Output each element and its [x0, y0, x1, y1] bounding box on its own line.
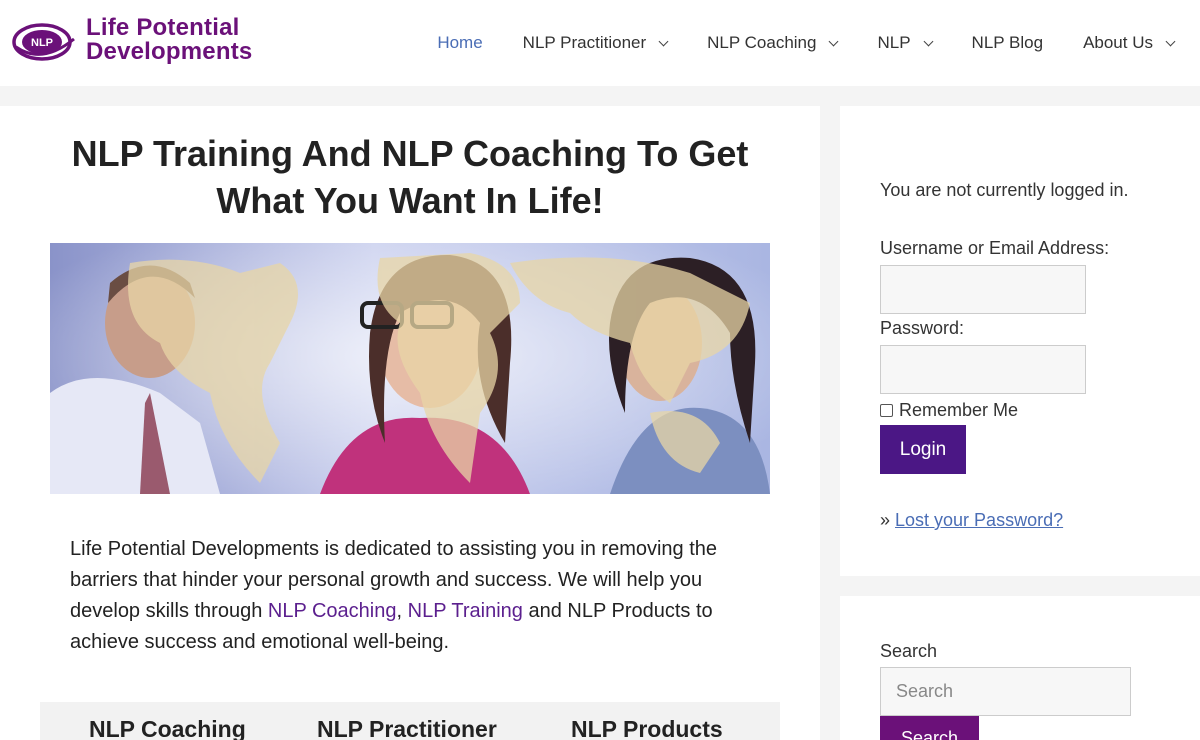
page-title-line-2: What You Want In Life!: [216, 180, 604, 221]
chevron-down-icon: [829, 36, 839, 46]
lost-password: » Lost your Password?: [880, 510, 1063, 531]
username-input[interactable]: [880, 265, 1086, 314]
hero-image: [50, 243, 770, 494]
lost-password-link[interactable]: Lost your Password?: [895, 510, 1063, 530]
nav-home-label: Home: [437, 33, 483, 52]
remember-me-checkbox[interactable]: [880, 404, 893, 417]
lost-password-prefix: »: [880, 510, 896, 530]
link-nlp-training[interactable]: NLP Training: [408, 600, 523, 622]
feature-nlp-practitioner[interactable]: NLP Practitioner: [317, 716, 497, 740]
main-nav: Home NLP Practitioner NLP Coaching NLP N…: [417, 0, 1200, 86]
nav-nlp-blog-label: NLP Blog: [971, 33, 1044, 52]
nav-nlp-blog[interactable]: NLP Blog: [952, 0, 1064, 86]
nav-nlp-coaching[interactable]: NLP Coaching: [687, 0, 857, 86]
nav-about-us[interactable]: About Us: [1063, 0, 1200, 86]
nlp-logo-icon: NLP: [12, 23, 75, 61]
remember-me-label: Remember Me: [899, 400, 1019, 420]
password-input[interactable]: [880, 345, 1086, 394]
nav-about-us-label: About Us: [1083, 33, 1153, 52]
search-label: Search: [880, 641, 938, 661]
feature-nlp-coaching[interactable]: NLP Coaching: [89, 716, 246, 740]
hero-illustration: [50, 243, 770, 494]
link-nlp-coaching[interactable]: NLP Coaching: [268, 600, 397, 622]
page-title: NLP Training And NLP Coaching To Get Wha…: [40, 130, 780, 224]
site-header: NLP Life Potential Developments Home NLP…: [0, 0, 1200, 86]
main-content: NLP Training And NLP Coaching To Get Wha…: [0, 106, 820, 740]
login-status: You are not currently logged in.: [880, 180, 1129, 200]
nav-home[interactable]: Home: [417, 0, 502, 86]
logo-text: Life Potential Developments: [86, 16, 252, 64]
nav-nlp[interactable]: NLP: [857, 0, 951, 86]
nav-nlp-practitioner[interactable]: NLP Practitioner: [503, 0, 687, 86]
features-strip: NLP Coaching NLP Practitioner NLP Produc…: [40, 702, 780, 740]
feature-nlp-products[interactable]: NLP Products: [571, 716, 723, 740]
page-title-line-1: NLP Training And NLP Coaching To Get: [71, 133, 749, 174]
nav-nlp-coaching-label: NLP Coaching: [707, 33, 817, 52]
login-widget: You are not currently logged in. Usernam…: [840, 106, 1200, 576]
chevron-down-icon: [1165, 36, 1176, 46]
intro-paragraph: Life Potential Developments is dedicated…: [70, 534, 760, 658]
chevron-down-icon: [923, 36, 933, 46]
site-logo[interactable]: NLP Life Potential Developments: [12, 16, 272, 70]
login-button[interactable]: Login: [880, 425, 966, 474]
nav-nlp-practitioner-label: NLP Practitioner: [522, 33, 647, 52]
intro-separator: ,: [396, 600, 408, 622]
search-widget: Search Search Search: [840, 596, 1200, 740]
username-label: Username or Email Address:: [880, 238, 1110, 258]
chevron-down-icon: [658, 36, 669, 46]
remember-me: Remember Me: [880, 400, 1018, 421]
search-input[interactable]: Search: [880, 667, 1131, 716]
search-button[interactable]: Search: [880, 716, 979, 740]
logo-line-2: Developments: [86, 38, 253, 65]
password-label: Password:: [880, 318, 965, 338]
logo-badge-text: NLP: [31, 37, 53, 49]
nav-nlp-label: NLP: [877, 33, 911, 52]
logo-line-1: Life Potential: [86, 14, 240, 41]
